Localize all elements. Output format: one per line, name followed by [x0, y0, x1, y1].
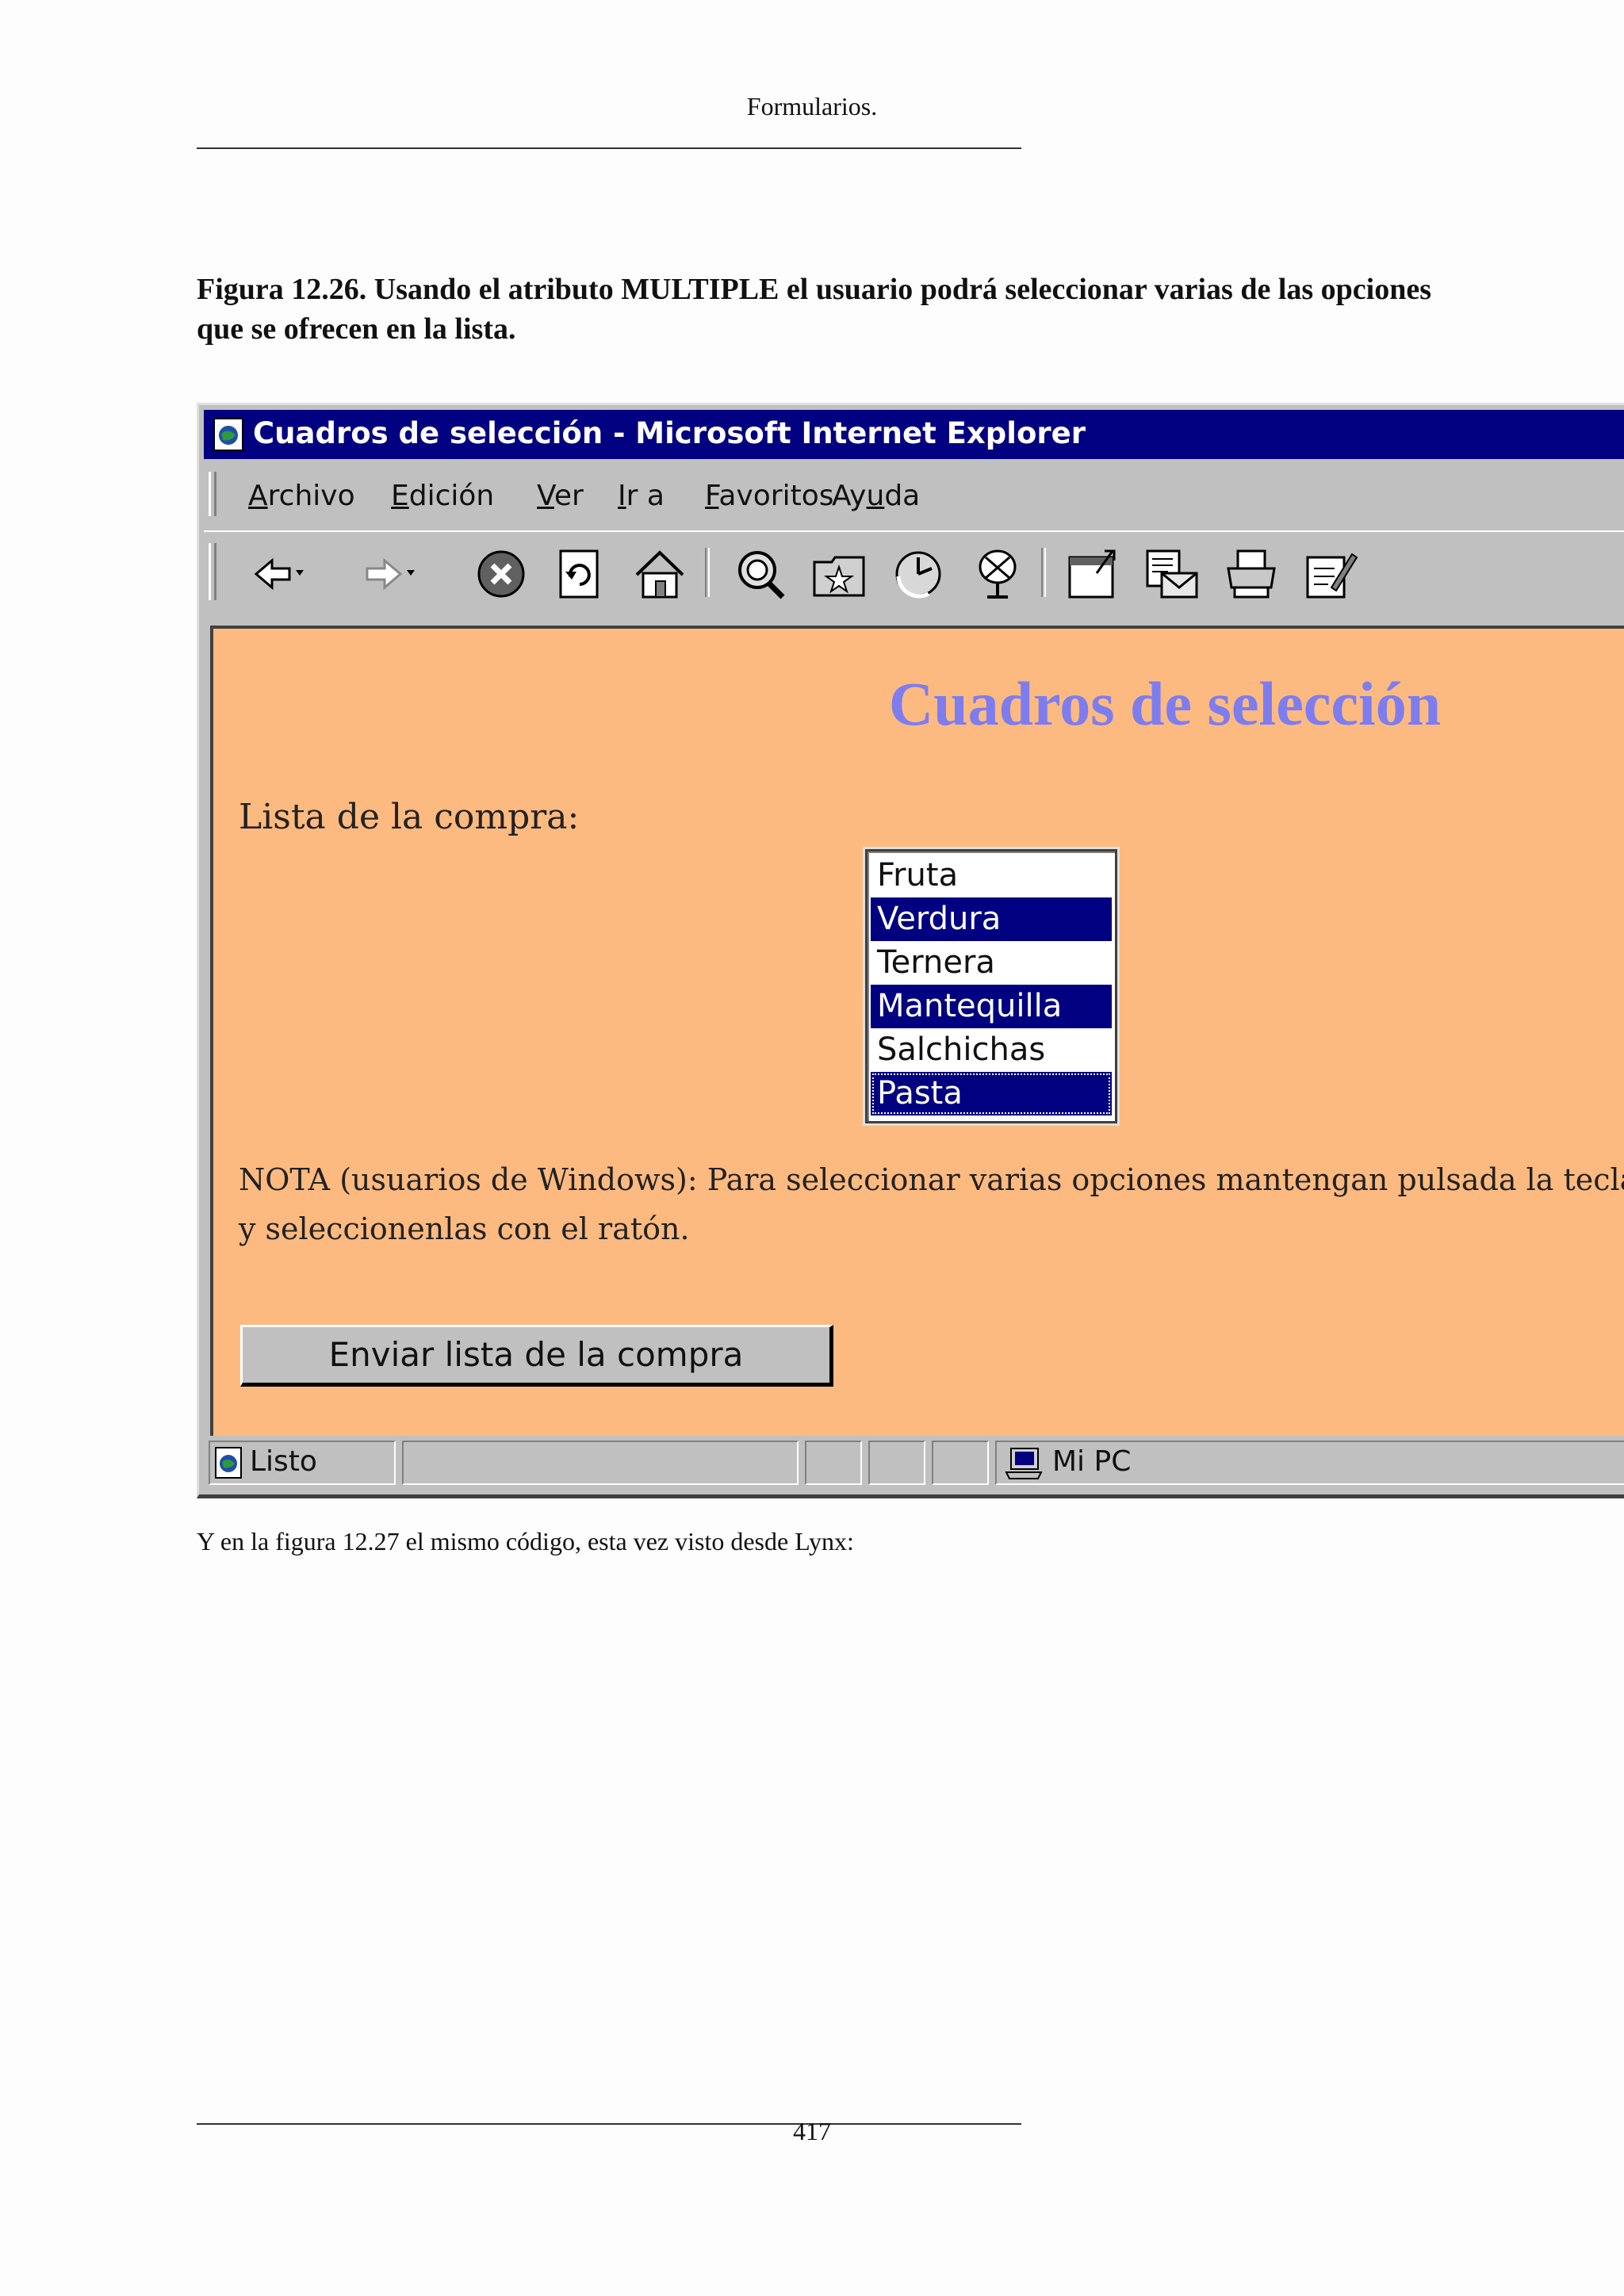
- stop-icon[interactable]: [473, 546, 529, 602]
- status-cell-progress: [402, 1441, 799, 1485]
- running-head: Formularios.: [746, 92, 878, 121]
- home-icon[interactable]: [632, 546, 688, 602]
- body-paragraph: Y en la figura 12.27 el mismo código, es…: [197, 1527, 854, 1556]
- menu-ayuda[interactable]: Ayuda: [832, 480, 920, 512]
- status-bar: Listo Mi PC: [204, 1436, 1624, 1488]
- ie-window: Cuadros de selección - Microsoft Interne…: [197, 403, 1624, 1498]
- zone-text: Mi PC: [1052, 1445, 1132, 1478]
- refresh-icon[interactable]: [553, 546, 608, 602]
- ie-page-icon: [213, 418, 243, 451]
- toolbar: [204, 530, 1624, 611]
- search-icon[interactable]: [732, 546, 787, 602]
- fullscreen-icon[interactable]: [1065, 546, 1120, 602]
- list-label: Lista de la compra:: [239, 797, 580, 837]
- menu-grip[interactable]: [209, 472, 216, 516]
- history-icon[interactable]: [891, 546, 946, 602]
- menu-ver[interactable]: Ver: [537, 480, 584, 512]
- figure-caption: Figura 12.26. Usando el atributo MULTIPL…: [197, 273, 1432, 346]
- channels-icon[interactable]: [970, 546, 1025, 602]
- windows-note: NOTA (usuarios de Windows): Para selecci…: [239, 1155, 1624, 1253]
- menu-archivo[interactable]: Archivo: [248, 480, 355, 512]
- forward-icon[interactable]: [362, 546, 418, 602]
- page-number: 417: [793, 2117, 831, 2145]
- note-line-1: NOTA (usuarios de Windows): Para selecci…: [239, 1162, 1624, 1197]
- note-line-2: y seleccionenlas con el ratón.: [239, 1211, 690, 1246]
- status-cell-main: Listo: [209, 1441, 396, 1485]
- mail-icon[interactable]: [1144, 546, 1200, 602]
- list-option[interactable]: Verdura: [871, 897, 1112, 941]
- back-icon[interactable]: [251, 546, 307, 602]
- list-option[interactable]: Fruta: [871, 854, 1112, 897]
- submit-button[interactable]: Enviar lista de la compra: [240, 1325, 833, 1387]
- menu-edici-n[interactable]: Edición: [391, 480, 494, 512]
- toolbar-separator: [705, 548, 710, 597]
- list-option[interactable]: Pasta: [871, 1072, 1112, 1115]
- toolbar-grip[interactable]: [209, 543, 216, 600]
- menu-bar: Archivo Edición Ver Ir a Favoritos Ayuda: [204, 469, 1624, 521]
- page-viewport: Cuadros de selección Lista de la compra:…: [210, 626, 1624, 1436]
- status-cell: [805, 1441, 862, 1485]
- header-rule: [197, 147, 1021, 149]
- status-cell: [932, 1441, 989, 1485]
- status-cell-zone: Mi PC: [995, 1441, 1624, 1485]
- edit-icon[interactable]: [1303, 546, 1358, 602]
- toolbar-separator: [1041, 548, 1046, 597]
- window-title: Cuadros de selección - Microsoft Interne…: [253, 416, 1086, 450]
- status-text: Listo: [250, 1445, 317, 1478]
- page-heading: Cuadros de selección: [888, 669, 1442, 738]
- list-option[interactable]: Mantequilla: [871, 985, 1112, 1028]
- list-option[interactable]: Ternera: [871, 941, 1112, 985]
- favorites-icon[interactable]: [811, 546, 867, 602]
- menu-ir-a[interactable]: Ir a: [618, 480, 665, 512]
- status-cell: [868, 1441, 925, 1485]
- computer-icon: [1005, 1448, 1043, 1479]
- menu-favoritos[interactable]: Favoritos: [705, 480, 834, 512]
- shopping-list-select[interactable]: Fruta Verdura Ternera Mantequilla Salchichas…: [865, 849, 1117, 1123]
- print-icon[interactable]: [1224, 546, 1279, 602]
- title-bar[interactable]: Cuadros de selección - Microsoft Interne…: [204, 410, 1624, 459]
- page-status-icon: [215, 1447, 242, 1479]
- list-option[interactable]: Salchichas: [871, 1028, 1112, 1072]
